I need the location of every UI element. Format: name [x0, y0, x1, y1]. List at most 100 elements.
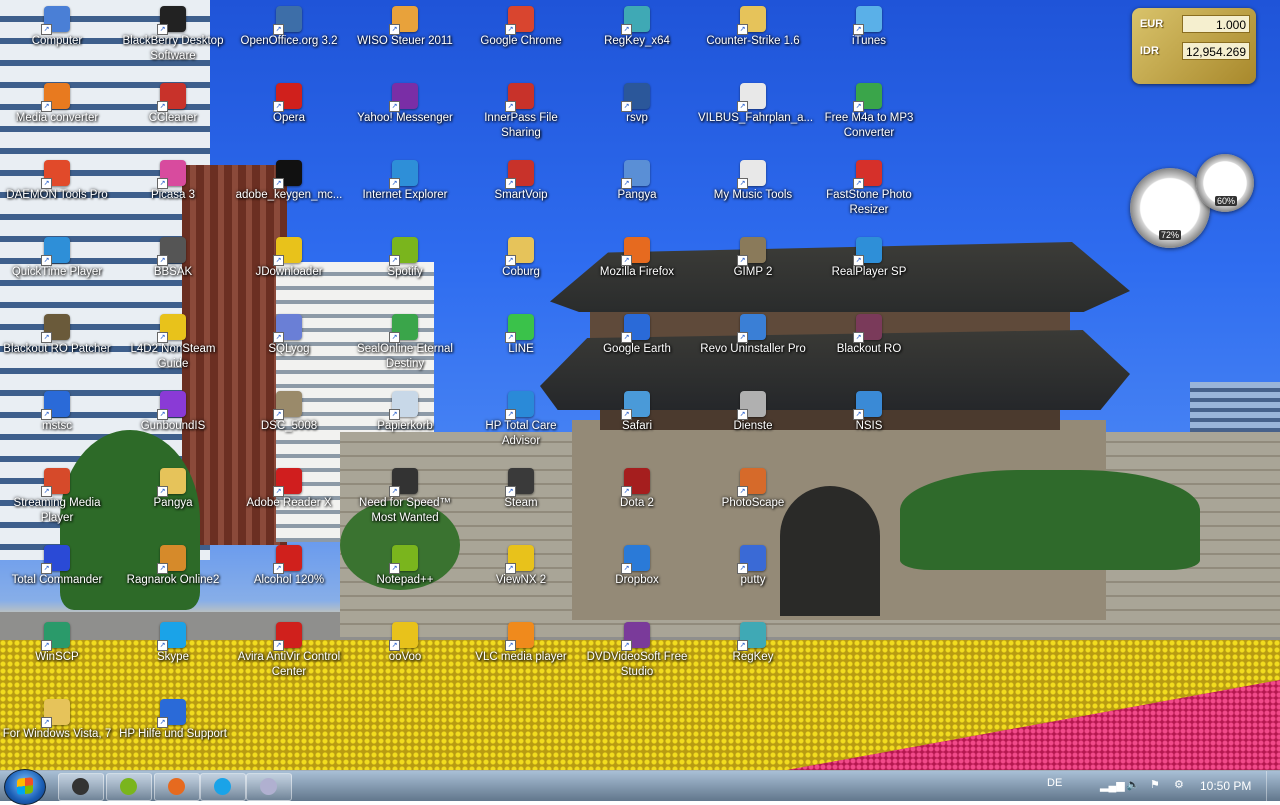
desktop-icon[interactable]: ↗ Spotify [348, 231, 462, 305]
desktop-icon[interactable]: ↗ Blackout RO Patcher [0, 308, 114, 382]
desktop-icon[interactable]: ↗ SQLyog [232, 308, 346, 382]
desktop-icon[interactable]: ↗ RealPlayer SP [812, 231, 926, 305]
google-earth-icon: ↗ [621, 314, 650, 343]
taskbar-button[interactable] [154, 773, 200, 801]
language-indicator[interactable]: DE [1047, 777, 1062, 789]
desktop-icon[interactable]: ↗ For Windows Vista, 7 [0, 693, 114, 767]
desktop-icon[interactable]: ↗ Internet Explorer [348, 154, 462, 228]
network-icon[interactable]: ▂▄▆ [1100, 779, 1125, 792]
desktop-icon[interactable]: ↗ adobe_keygen_mc... [232, 154, 346, 228]
desktop-icon[interactable]: ↗ Need for Speed™ Most Wanted [348, 462, 462, 536]
desktop-icon[interactable]: ↗ DVDVideoSoft Free Studio [580, 616, 694, 690]
desktop-icon[interactable]: ↗ Streaming Media Player [0, 462, 114, 536]
shortcut-arrow-icon: ↗ [157, 717, 168, 728]
desktop-icon[interactable]: ↗ OpenOffice.org 3.2 [232, 0, 346, 74]
desktop-icon[interactable]: ↗ Adobe Reader X [232, 462, 346, 536]
desktop-icon[interactable]: ↗ InnerPass File Sharing [464, 77, 578, 151]
desktop-icon[interactable]: ↗ Picasa 3 [116, 154, 230, 228]
desktop-icon[interactable]: ↗ SmartVoip [464, 154, 578, 228]
desktop-icon[interactable]: ↗ Dienste [696, 385, 810, 459]
desktop[interactable]: ↗ Computer ↗ BlackBerry Desktop Software ↗ Op… [0, 0, 1280, 770]
show-desktop-button[interactable] [1266, 771, 1280, 801]
cpu-meter-gadget[interactable]: 72% 60% [1130, 154, 1258, 250]
desktop-icon[interactable]: ↗ mstsc [0, 385, 114, 459]
desktop-icon[interactable]: ↗ Opera [232, 77, 346, 151]
desktop-icon[interactable]: ↗ Safari [580, 385, 694, 459]
shortcut-arrow-icon: ↗ [621, 101, 632, 112]
desktop-icon[interactable]: ↗ GunboundIS [116, 385, 230, 459]
desktop-icon[interactable]: ↗ Pangya [580, 154, 694, 228]
avira-icon: ↗ [273, 622, 302, 651]
desktop-icon[interactable]: ↗ L4D2 NonSteam Guide [116, 308, 230, 382]
desktop-icon[interactable]: ↗ BlackBerry Desktop Software [116, 0, 230, 74]
desktop-icon-label: BBSAK [153, 266, 193, 278]
safely-remove-hardware-icon[interactable]: ⚙ [1174, 778, 1184, 791]
desktop-icon[interactable]: ↗ HP Hilfe und Support [116, 693, 230, 767]
desktop-icon[interactable]: ↗ putty [696, 539, 810, 613]
currency-code[interactable]: IDR [1140, 45, 1159, 57]
desktop-icon[interactable]: ↗ VILBUS_Fahrplan_a... [696, 77, 813, 151]
desktop-icon[interactable]: ↗ Skype [116, 616, 230, 690]
desktop-icon[interactable]: ↗ FastStone Photo Resizer [812, 154, 926, 228]
desktop-icon[interactable]: ↗ Revo Uninstaller Pro [696, 308, 810, 382]
desktop-icon[interactable]: ↗ Coburg [464, 231, 578, 305]
desktop-icon[interactable]: ↗ RegKey_x64 [580, 0, 694, 74]
currency-row[interactable]: EUR 1.000 [1138, 14, 1252, 36]
currency-row[interactable]: IDR 12,954.269 [1138, 41, 1252, 63]
desktop-icon[interactable]: ↗ Google Earth [580, 308, 694, 382]
currency-code[interactable]: EUR [1140, 18, 1163, 30]
desktop-icon[interactable]: ↗ Ragnarok Online2 [116, 539, 230, 613]
desktop-icon[interactable]: ↗ Free M4a to MP3 Converter [812, 77, 926, 151]
desktop-icon[interactable]: ↗ NSIS [812, 385, 926, 459]
desktop-icon[interactable]: ↗ Steam [464, 462, 578, 536]
desktop-icon[interactable]: ↗ rsvp [580, 77, 694, 151]
desktop-icon[interactable]: ↗ Mozilla Firefox [580, 231, 694, 305]
taskbar-button[interactable] [58, 773, 104, 801]
desktop-icon[interactable]: ↗ WISO Steuer 2011 [348, 0, 462, 74]
desktop-icon[interactable]: ↗ Alcohol 120% [232, 539, 346, 613]
taskbar-button[interactable] [246, 773, 292, 801]
desktop-icon[interactable]: ↗ Avira AntiVir Control Center [232, 616, 346, 690]
desktop-icon[interactable]: ↗ GIMP 2 [696, 231, 810, 305]
desktop-icon[interactable]: ↗ Computer [0, 0, 114, 74]
desktop-icon[interactable]: ↗ BBSAK [116, 231, 230, 305]
desktop-icon[interactable]: ↗ Google Chrome [464, 0, 578, 74]
desktop-icon[interactable]: ↗ Counter-Strike 1.6 [696, 0, 810, 74]
desktop-icon[interactable]: ↗ SealOnline Eternal Destiny [348, 308, 462, 382]
currency-converter-gadget[interactable]: EUR 1.000 IDR 12,954.269 [1132, 8, 1256, 84]
desktop-icon[interactable]: ↗ My Music Tools [696, 154, 810, 228]
desktop-icon[interactable]: ↗ CCleaner [116, 77, 230, 151]
taskbar-button[interactable] [200, 773, 246, 801]
desktop-icon[interactable]: ↗ Dota 2 [580, 462, 694, 536]
currency-value[interactable]: 12,954.269 [1182, 42, 1250, 60]
desktop-icon[interactable]: ↗ ooVoo [348, 616, 462, 690]
desktop-icon[interactable]: ↗ iTunes [812, 0, 926, 74]
desktop-icon[interactable]: ↗ Total Commander [0, 539, 114, 613]
currency-value[interactable]: 1.000 [1182, 15, 1250, 33]
desktop-icon[interactable]: ↗ WinSCP [0, 616, 114, 690]
desktop-icon[interactable]: ↗ DSC_5008 [232, 385, 346, 459]
shortcut-arrow-icon: ↗ [41, 24, 52, 35]
taskbar-button[interactable] [106, 773, 152, 801]
desktop-icon[interactable]: ↗ Yahoo! Messenger [348, 77, 462, 151]
desktop-icon[interactable]: ↗ PhotoScape [696, 462, 810, 536]
desktop-icon[interactable]: ↗ JDownloader [232, 231, 346, 305]
desktop-icon[interactable]: ↗ Dropbox [580, 539, 694, 613]
desktop-icon[interactable]: ↗ RegKey [696, 616, 810, 690]
desktop-icon[interactable]: ↗ VLC media player [464, 616, 578, 690]
desktop-icon-label: My Music Tools [713, 189, 793, 201]
desktop-icon[interactable]: ↗ Blackout RO [812, 308, 926, 382]
clock[interactable]: 10:50 PM [1200, 779, 1251, 793]
desktop-icon[interactable]: ↗ DAEMON Tools Pro [0, 154, 114, 228]
desktop-icon[interactable]: ↗ LINE [464, 308, 578, 382]
desktop-icon[interactable]: ↗ Notepad++ [348, 539, 462, 613]
volume-icon[interactable]: 🔈 [1126, 778, 1140, 791]
line-icon: ↗ [505, 314, 534, 343]
desktop-icon[interactable]: ↗ ViewNX 2 [464, 539, 578, 613]
desktop-icon[interactable]: ↗ QuickTime Player [0, 231, 114, 305]
desktop-icon[interactable]: ↗ Pangya [116, 462, 230, 536]
desktop-icon[interactable]: ↗ HP Total Care Advisor [464, 385, 578, 459]
action-center-icon[interactable]: ⚑ [1150, 778, 1160, 791]
desktop-icon[interactable]: ↗ Papierkorb [348, 385, 462, 459]
desktop-icon[interactable]: ↗ Media converter [0, 77, 114, 151]
